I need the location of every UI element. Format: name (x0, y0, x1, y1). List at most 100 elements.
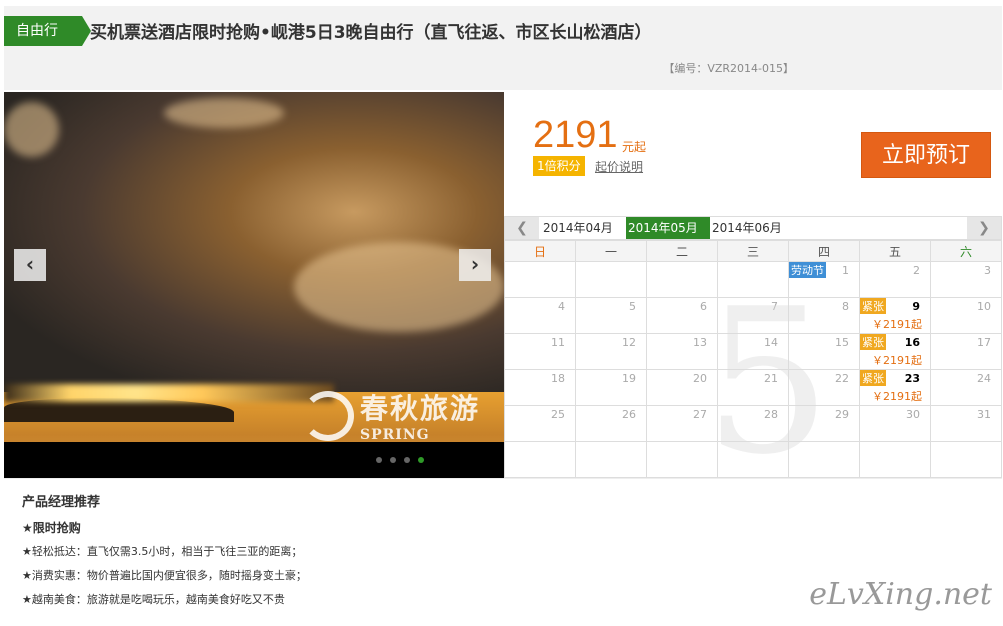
day-price[interactable]: ￥2191起 (872, 316, 922, 332)
day-number: 3 (984, 264, 991, 277)
product-type-tag: 自由行 (4, 16, 91, 46)
calendar-day-cell (504, 441, 576, 478)
month-tab-apr[interactable]: 2014年04月 (541, 217, 627, 239)
day-price[interactable]: ￥2191起 (872, 352, 922, 368)
prev-month-icon[interactable]: ❮ (505, 217, 539, 239)
weekday-header: 一 (575, 240, 647, 262)
calendar-day-cell (575, 261, 647, 298)
calendar-day-cell: 26 (575, 405, 647, 442)
manager-recommendation: 产品经理推荐 ★限时抢购 ★轻松抵达：直飞仅需3.5小时，相当于飞往三亚的距离；… (4, 478, 1002, 622)
calendar-day-cell[interactable]: 9 紧张 ￥2191起 (859, 297, 931, 334)
calendar-day-cell: 18 (504, 369, 576, 406)
calendar-day-cell: 17 (930, 333, 1002, 370)
day-number: 2 (913, 264, 920, 277)
month-tab-jun[interactable]: 2014年06月 (710, 217, 796, 239)
day-number: 10 (977, 300, 991, 313)
gallery-dots (376, 457, 424, 463)
day-number: 22 (835, 372, 849, 385)
gallery-dot[interactable] (390, 457, 396, 463)
weekday-header: 三 (717, 240, 789, 262)
calendar-day-cell (575, 441, 647, 478)
calendar-day-cell: 8 (788, 297, 860, 334)
gallery-dot[interactable] (376, 457, 382, 463)
day-number: 13 (693, 336, 707, 349)
calendar-day-cell: 5 (575, 297, 647, 334)
day-number: 25 (551, 408, 565, 421)
day-number: 1 (842, 264, 849, 277)
calendar-day-cell: 4 (504, 297, 576, 334)
day-number: 5 (629, 300, 636, 313)
calendar-day-cell (717, 441, 789, 478)
recommend-line: ★限时抢购 (22, 521, 81, 535)
photo-lights (4, 384, 334, 402)
calendar-day-cell: 11 (504, 333, 576, 370)
calendar-day-cell: 24 (930, 369, 1002, 406)
calendar-day-cell: 1 劳动节 (788, 261, 860, 298)
calendar-day-cell: 14 (717, 333, 789, 370)
gallery-photo (4, 92, 504, 392)
month-bar: ❮ 2014年04月 2014年05月 2014年06月 ❯ (504, 216, 1002, 240)
calendar-day-cell: 10 (930, 297, 1002, 334)
gallery-next-button[interactable]: › (459, 249, 491, 281)
day-number: 31 (977, 408, 991, 421)
day-number: 27 (693, 408, 707, 421)
weekday-header: 六 (930, 240, 1002, 262)
day-number: 16 (904, 336, 920, 349)
gallery-dot[interactable] (404, 457, 410, 463)
calendar-day-cell: 20 (646, 369, 718, 406)
recommend-line: ★消费实惠：物价普遍比国内便宜很多，随时摇身变土豪； (22, 569, 307, 582)
site-brand-watermark: eLvXing.net (809, 577, 992, 612)
calendar-day-cell (504, 261, 576, 298)
calendar-day-cell (646, 261, 718, 298)
calendar-day-cell: 31 (930, 405, 1002, 442)
day-number: 23 (904, 372, 920, 385)
calendar-day-cell: 30 (859, 405, 931, 442)
day-number: 29 (835, 408, 849, 421)
day-number: 12 (622, 336, 636, 349)
product-title: 买机票送酒店限时抢购•岘港5日3晚自由行（直飞往返、市区长山松酒店） (90, 23, 652, 43)
product-code: 【编号：VZR2014-015】 (663, 62, 794, 75)
calendar-day-cell (859, 441, 931, 478)
day-number: 19 (622, 372, 636, 385)
next-month-icon[interactable]: ❯ (967, 217, 1001, 239)
day-number: 18 (551, 372, 565, 385)
weekday-header: 五 (859, 240, 931, 262)
calendar-day-cell (646, 441, 718, 478)
book-now-button[interactable]: 立即预订 (861, 132, 991, 178)
calendar-day-cell[interactable]: 23 紧张 ￥2191起 (859, 369, 931, 406)
gallery-pager-bar (4, 442, 504, 478)
points-badge: 1倍积分 (533, 156, 585, 176)
calendar-day-cell: 3 (930, 261, 1002, 298)
day-price[interactable]: ￥2191起 (872, 388, 922, 404)
photo-cloud (164, 98, 284, 128)
price-unit: 元起 (622, 140, 647, 154)
calendar-day-cell: 2 (859, 261, 931, 298)
watermark-cn: 春秋旅游 (360, 392, 481, 425)
calendar-day-cell: 29 (788, 405, 860, 442)
day-number: 7 (771, 300, 778, 313)
day-number: 20 (693, 372, 707, 385)
day-number: 28 (764, 408, 778, 421)
day-number: 11 (551, 336, 565, 349)
day-number: 9 (912, 300, 920, 313)
price-amount: 2191 (533, 114, 618, 156)
day-number: 4 (558, 300, 565, 313)
calendar-day-cell[interactable]: 16 紧张 ￥2191起 (859, 333, 931, 370)
month-tab-may[interactable]: 2014年05月 (626, 217, 710, 239)
day-number: 15 (835, 336, 849, 349)
day-number: 14 (764, 336, 778, 349)
gallery-prev-button[interactable]: ‹ (14, 249, 46, 281)
calendar-day-cell: 7 (717, 297, 789, 334)
calendar-day-cell: 6 (646, 297, 718, 334)
product-header: 自由行 买机票送酒店限时抢购•岘港5日3晚自由行（直飞往返、市区长山松酒店） 【… (4, 6, 1002, 90)
day-number: 24 (977, 372, 991, 385)
availability-badge: 紧张 (860, 370, 886, 386)
calendar-day-cell: 25 (504, 405, 576, 442)
gallery-dot-active[interactable] (418, 457, 424, 463)
calendar-day-cell: 15 (788, 333, 860, 370)
photo-gallery: 春秋旅游 SPRING TRAVEL ‹ › (4, 92, 504, 478)
availability-badge: 紧张 (860, 334, 886, 350)
price-note-link[interactable]: 起价说明 (595, 158, 643, 175)
calendar-day-cell: 21 (717, 369, 789, 406)
recommend-line: ★越南美食：旅游就是吃喝玩乐，越南美食好吃又不贵 (22, 593, 285, 606)
